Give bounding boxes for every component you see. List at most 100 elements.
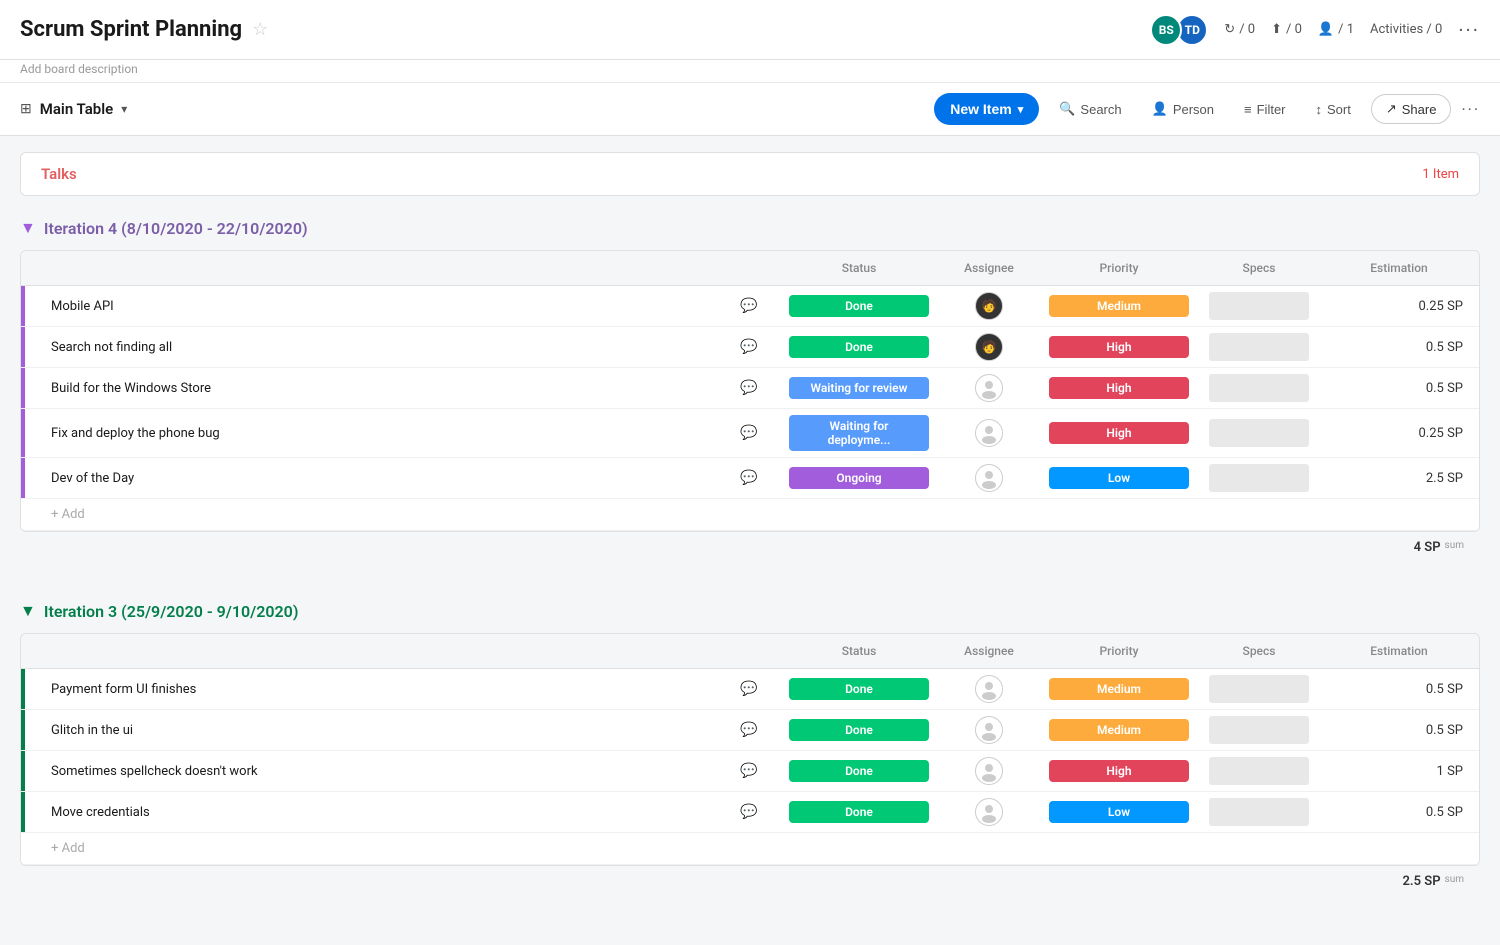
avatar: 🧑 xyxy=(975,292,1003,320)
estimation-value: 2.5 SP xyxy=(1426,471,1463,486)
cell-comment[interactable]: 💬 xyxy=(719,374,779,402)
col-header-specs: Specs xyxy=(1199,640,1319,662)
cell-priority[interactable]: High xyxy=(1039,416,1199,450)
row-bar xyxy=(21,286,25,326)
toolbar-left: ⊞ Main Table ▾ xyxy=(20,100,127,118)
filter-button[interactable]: ≡ Filter xyxy=(1234,96,1295,123)
iteration4-table-header: Status Assignee Priority Specs Estimatio… xyxy=(21,251,1479,286)
avatar xyxy=(975,798,1003,826)
avatar-bs[interactable]: BS xyxy=(1150,14,1182,46)
main-table-label[interactable]: Main Table xyxy=(40,100,113,118)
header-stat-activity[interactable]: Activities / 0 xyxy=(1370,22,1442,37)
cell-comment[interactable]: 💬 xyxy=(719,675,779,703)
new-item-label: New Item xyxy=(950,101,1011,117)
priority-badge: Low xyxy=(1049,801,1189,823)
cell-specs xyxy=(1199,413,1319,453)
board-description[interactable]: Add board description xyxy=(0,60,1500,83)
cell-priority[interactable]: High xyxy=(1039,754,1199,788)
row-bar xyxy=(21,458,25,498)
col-header-name xyxy=(21,264,719,272)
header-stat-share[interactable]: ⬆ / 0 xyxy=(1271,22,1302,37)
cell-status[interactable]: Done xyxy=(779,330,939,364)
cell-priority[interactable]: Medium xyxy=(1039,289,1199,323)
main-table-chevron-icon[interactable]: ▾ xyxy=(121,102,127,116)
priority-badge: Low xyxy=(1049,467,1189,489)
share-button[interactable]: ↗ Share xyxy=(1371,94,1452,124)
iteration3-table: Status Assignee Priority Specs Estimatio… xyxy=(20,633,1480,866)
star-icon[interactable]: ☆ xyxy=(252,19,268,40)
col-header-assignee: Assignee xyxy=(939,640,1039,662)
new-item-button[interactable]: New Item ▾ xyxy=(934,93,1039,125)
cell-estimation: 0.5 SP xyxy=(1319,375,1479,402)
cell-name: Move credentials xyxy=(21,799,719,826)
priority-badge: High xyxy=(1049,377,1189,399)
cell-comment[interactable]: 💬 xyxy=(719,464,779,492)
sort-button[interactable]: ↕ Sort xyxy=(1306,96,1361,123)
cell-assignee xyxy=(939,413,1039,453)
cell-comment[interactable]: 💬 xyxy=(719,333,779,361)
estimation-value: 0.25 SP xyxy=(1419,426,1464,441)
cell-status[interactable]: Done xyxy=(779,672,939,706)
cell-estimation: 0.5 SP xyxy=(1319,334,1479,361)
comment-icon: 💬 xyxy=(740,681,757,697)
avatar xyxy=(975,716,1003,744)
cell-comment[interactable]: 💬 xyxy=(719,757,779,785)
table-row: Sometimes spellcheck doesn't work 💬 Done… xyxy=(21,751,1479,792)
filter-icon: ≡ xyxy=(1244,102,1252,117)
cell-comment[interactable]: 💬 xyxy=(719,292,779,320)
cell-comment[interactable]: 💬 xyxy=(719,716,779,744)
cell-priority[interactable]: Medium xyxy=(1039,672,1199,706)
cell-status[interactable]: Done xyxy=(779,713,939,747)
cell-status[interactable]: Done xyxy=(779,289,939,323)
cell-priority[interactable]: High xyxy=(1039,371,1199,405)
avatar: 🧑 xyxy=(975,333,1003,361)
cell-status[interactable]: Waiting for review xyxy=(779,371,939,405)
row-name: Search not finding all xyxy=(51,340,172,355)
cell-estimation: 0.5 SP xyxy=(1319,799,1479,826)
iteration4-add-row[interactable]: + Add xyxy=(21,499,1479,531)
table-icon: ⊞ xyxy=(20,101,32,117)
comment-icon: 💬 xyxy=(740,380,757,396)
cell-status[interactable]: Done xyxy=(779,754,939,788)
cell-estimation: 1 SP xyxy=(1319,758,1479,785)
person-filter-button[interactable]: 👤 Person xyxy=(1142,95,1224,123)
share-icon-btn: ↗ xyxy=(1386,101,1397,117)
row-bar xyxy=(21,368,25,408)
toolbar-more-button[interactable]: ··· xyxy=(1461,100,1480,119)
iteration4-collapse-icon[interactable]: ▼ xyxy=(20,218,36,238)
cell-priority[interactable]: Low xyxy=(1039,461,1199,495)
sort-icon: ↕ xyxy=(1316,102,1323,117)
sort-label: Sort xyxy=(1327,102,1351,117)
add-row-label: + Add xyxy=(51,841,85,856)
header-stat-person[interactable]: 👤 / 1 xyxy=(1318,22,1354,37)
person-label: Person xyxy=(1173,102,1214,117)
cell-priority[interactable]: Low xyxy=(1039,795,1199,829)
cell-comment[interactable]: 💬 xyxy=(719,798,779,826)
col-header-comment xyxy=(719,647,779,655)
row-name: Glitch in the ui xyxy=(51,723,133,738)
cell-assignee xyxy=(939,368,1039,408)
iteration3-add-row[interactable]: + Add xyxy=(21,833,1479,865)
cell-priority[interactable]: High xyxy=(1039,330,1199,364)
cell-comment[interactable]: 💬 xyxy=(719,419,779,447)
cell-status[interactable]: Done xyxy=(779,795,939,829)
cell-assignee: 🧑 xyxy=(939,286,1039,326)
header-stat-refresh[interactable]: ↻ / 0 xyxy=(1224,22,1255,37)
cell-name: Sometimes spellcheck doesn't work xyxy=(21,758,719,785)
cell-status[interactable]: Ongoing xyxy=(779,461,939,495)
header-more-button[interactable]: ··· xyxy=(1458,18,1480,42)
row-bar xyxy=(21,409,25,457)
comment-icon: 💬 xyxy=(740,339,757,355)
cell-status[interactable]: Waiting for deployme... xyxy=(779,409,939,457)
col-header-name xyxy=(21,647,719,655)
cell-estimation: 2.5 SP xyxy=(1319,465,1479,492)
col-header-status: Status xyxy=(779,640,939,662)
iteration3-collapse-icon[interactable]: ▼ xyxy=(20,601,36,621)
cell-priority[interactable]: Medium xyxy=(1039,713,1199,747)
iteration4-sum-row: 4 SP sum xyxy=(20,532,1480,563)
cell-assignee xyxy=(939,792,1039,832)
search-button[interactable]: 🔍 Search xyxy=(1049,95,1131,123)
priority-badge: Medium xyxy=(1049,678,1189,700)
priority-badge: High xyxy=(1049,760,1189,782)
specs-value xyxy=(1209,716,1309,744)
